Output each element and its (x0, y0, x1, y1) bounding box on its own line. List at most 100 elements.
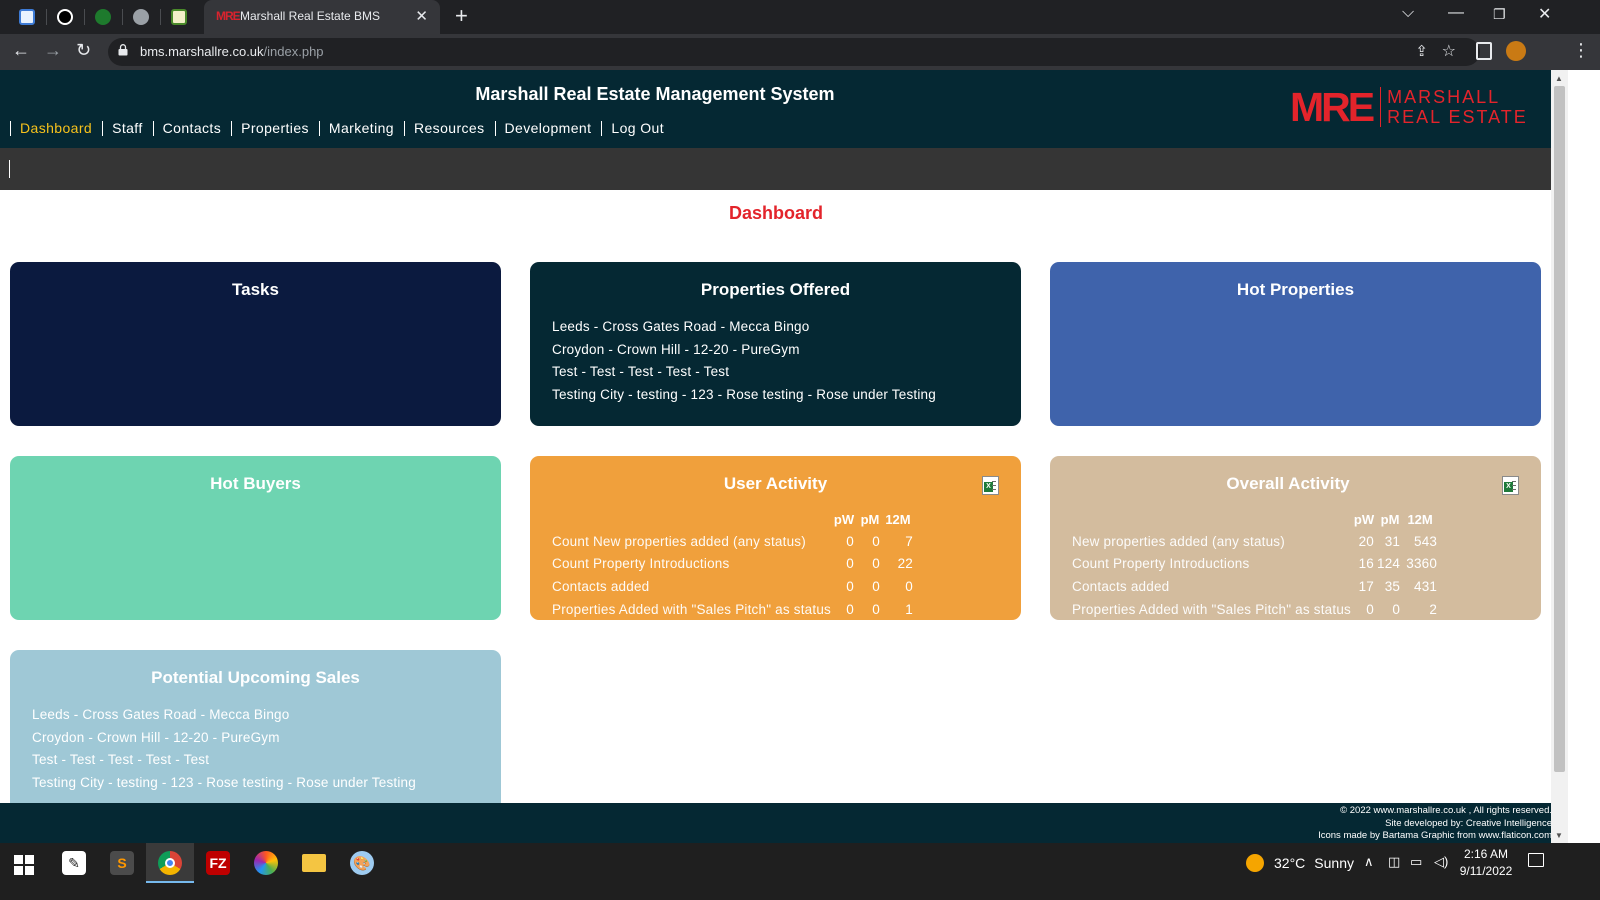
nav-label[interactable]: Log Out (611, 120, 664, 136)
system-clock[interactable]: 2:16 AM 9/11/2022 (1440, 846, 1532, 880)
pinned-tab-2[interactable] (54, 7, 76, 27)
cell-pm: 35 (1384, 578, 1401, 594)
water-drop-favicon-icon (19, 9, 35, 25)
cell-pw: 17 (1358, 578, 1374, 594)
excel-export-icon[interactable]: X (982, 476, 999, 495)
palette-icon: 🎨 (350, 851, 374, 875)
scroll-down-arrow-icon[interactable]: ▼ (1555, 831, 1563, 840)
nav-marketing[interactable]: Marketing (318, 120, 404, 136)
tab-close-icon[interactable]: ✕ (415, 7, 428, 25)
cell-pm: 0 (872, 533, 880, 549)
nav-log-out[interactable]: Log Out (601, 120, 674, 136)
list-item[interactable]: Testing City - testing - 123 - Rose test… (552, 384, 936, 407)
nav-label[interactable]: Staff (112, 120, 143, 136)
row-label: Count New properties added (any status) (552, 533, 806, 549)
nav-label[interactable]: Resources (414, 120, 485, 136)
folder-icon (302, 854, 326, 872)
excel-export-icon[interactable]: X (1502, 476, 1519, 495)
footer-developer: Site developed by: Creative Intelligence (1385, 817, 1552, 829)
scroll-up-arrow-icon[interactable]: ▲ (1555, 74, 1563, 83)
taskbar-app-sketch[interactable]: ✎ (50, 843, 98, 883)
meet-now-icon[interactable]: ◫ (1388, 854, 1400, 870)
nav-label[interactable]: Contacts (163, 120, 221, 136)
cell-pm: 124 (1376, 556, 1401, 572)
xls-line (1512, 485, 1516, 486)
pinned-tab-5[interactable] (168, 7, 190, 27)
page-scrollbar[interactable]: ▲ ▼ (1551, 70, 1568, 843)
taskbar-app-file-explorer[interactable] (290, 843, 338, 883)
new-tab-plus-icon[interactable]: + (455, 3, 468, 29)
pinned-tab-4[interactable] (130, 7, 152, 27)
cell-pw: 0 (846, 578, 854, 594)
nav-resources[interactable]: Resources (403, 120, 495, 136)
xls-line (992, 485, 996, 486)
window-close-icon[interactable]: ✕ (1538, 4, 1551, 24)
cell-pm: 31 (1384, 533, 1401, 549)
tab-search-chevron-icon[interactable]: ⌵ (1402, 4, 1414, 22)
share-icon[interactable]: ⇪ (1415, 42, 1428, 60)
taskbar-app-chrome[interactable] (146, 843, 194, 883)
list-item[interactable]: Testing City - testing - 123 - Rose test… (32, 772, 416, 795)
table-row: Properties Added with "Sales Pitch" as s… (1072, 598, 1437, 620)
tray-overflow-chevron-icon[interactable]: ∧ (1364, 854, 1374, 870)
profile-avatar[interactable] (1506, 41, 1526, 61)
sub-navigation-bar (0, 148, 1568, 190)
company-logo[interactable]: MRE MARSHALL REAL ESTATE (1290, 86, 1528, 128)
nav-staff[interactable]: Staff (102, 120, 153, 136)
list-item[interactable]: Croydon - Crown Hill - 12-20 - PureGym (552, 339, 936, 362)
taskbar-app-sublime[interactable]: S (98, 843, 146, 883)
minimize-icon[interactable]: — (1448, 4, 1464, 22)
xls-line (1512, 481, 1516, 482)
cell-pw: 20 (1358, 533, 1374, 549)
taskbar-app-filezilla[interactable]: FZ (194, 843, 242, 883)
list-item[interactable]: Test - Test - Test - Test - Test (32, 749, 416, 772)
weather-widget[interactable]: 32°C Sunny (1274, 843, 1354, 883)
notification-center-icon[interactable] (1528, 853, 1544, 867)
list-item[interactable]: Test - Test - Test - Test - Test (552, 361, 936, 384)
forward-arrow-icon[interactable]: → (44, 40, 62, 61)
windows-start-icon[interactable] (14, 855, 34, 875)
restore-icon[interactable]: ❐ (1493, 6, 1506, 23)
tree-favicon-icon (171, 9, 187, 25)
lock-icon (118, 44, 128, 56)
filezilla-icon: FZ (206, 851, 230, 875)
nav-label[interactable]: Dashboard (20, 120, 92, 136)
browser-menu-icon[interactable]: ⋮ (1572, 40, 1590, 61)
nav-label[interactable]: Development (505, 120, 592, 136)
tab-separator (84, 9, 85, 25)
nav-properties[interactable]: Properties (231, 120, 319, 136)
bookmark-star-icon[interactable]: ☆ (1442, 41, 1456, 61)
taskbar-app-paint[interactable]: 🎨 (338, 843, 386, 883)
cell-12m: 0 (905, 578, 913, 594)
xls-line (992, 481, 996, 482)
table-row: Count New properties added (any status) … (552, 530, 913, 553)
address-bar[interactable]: bms.marshallre.co.uk/index.php ⇪ ☆ (108, 38, 1480, 66)
pinned-tab-3[interactable] (92, 7, 114, 27)
list-item[interactable]: Croydon - Crown Hill - 12-20 - PureGym (32, 727, 416, 750)
active-tab[interactable]: MRE Marshall Real Estate BMS ✕ (204, 0, 440, 34)
taskbar-app-colorful[interactable] (242, 843, 290, 883)
text-cursor (9, 160, 10, 178)
back-arrow-icon[interactable]: ← (12, 40, 30, 61)
nav-development[interactable]: Development (494, 120, 602, 136)
row-label: Count Property Introductions (1072, 556, 1250, 572)
list-item[interactable]: Leeds - Cross Gates Road - Mecca Bingo (32, 704, 416, 727)
pinned-tab-1[interactable] (16, 7, 38, 27)
nav-label[interactable]: Marketing (329, 120, 394, 136)
potential-sales-list: Leeds - Cross Gates Road - Mecca Bingo C… (32, 704, 416, 794)
weather-sun-icon[interactable] (1246, 854, 1264, 872)
nav-dashboard[interactable]: Dashboard (10, 120, 102, 136)
nav-label[interactable]: Properties (241, 120, 309, 136)
list-item[interactable]: Leeds - Cross Gates Road - Mecca Bingo (552, 316, 936, 339)
dark-circle-favicon-icon (57, 9, 73, 25)
network-icon[interactable]: ▭ (1410, 854, 1422, 870)
side-panel-icon[interactable] (1476, 42, 1492, 60)
site-title: Marshall Real Estate Management System (475, 84, 835, 104)
tasks-card: Tasks (10, 262, 501, 426)
nav-contacts[interactable]: Contacts (152, 120, 231, 136)
column-header-pm: pM (1380, 511, 1400, 527)
label-column-header (1072, 508, 1351, 530)
reload-icon[interactable]: ↻ (76, 40, 91, 61)
card-title: Overall Activity (1226, 474, 1350, 493)
scrollbar-thumb[interactable] (1554, 86, 1565, 772)
